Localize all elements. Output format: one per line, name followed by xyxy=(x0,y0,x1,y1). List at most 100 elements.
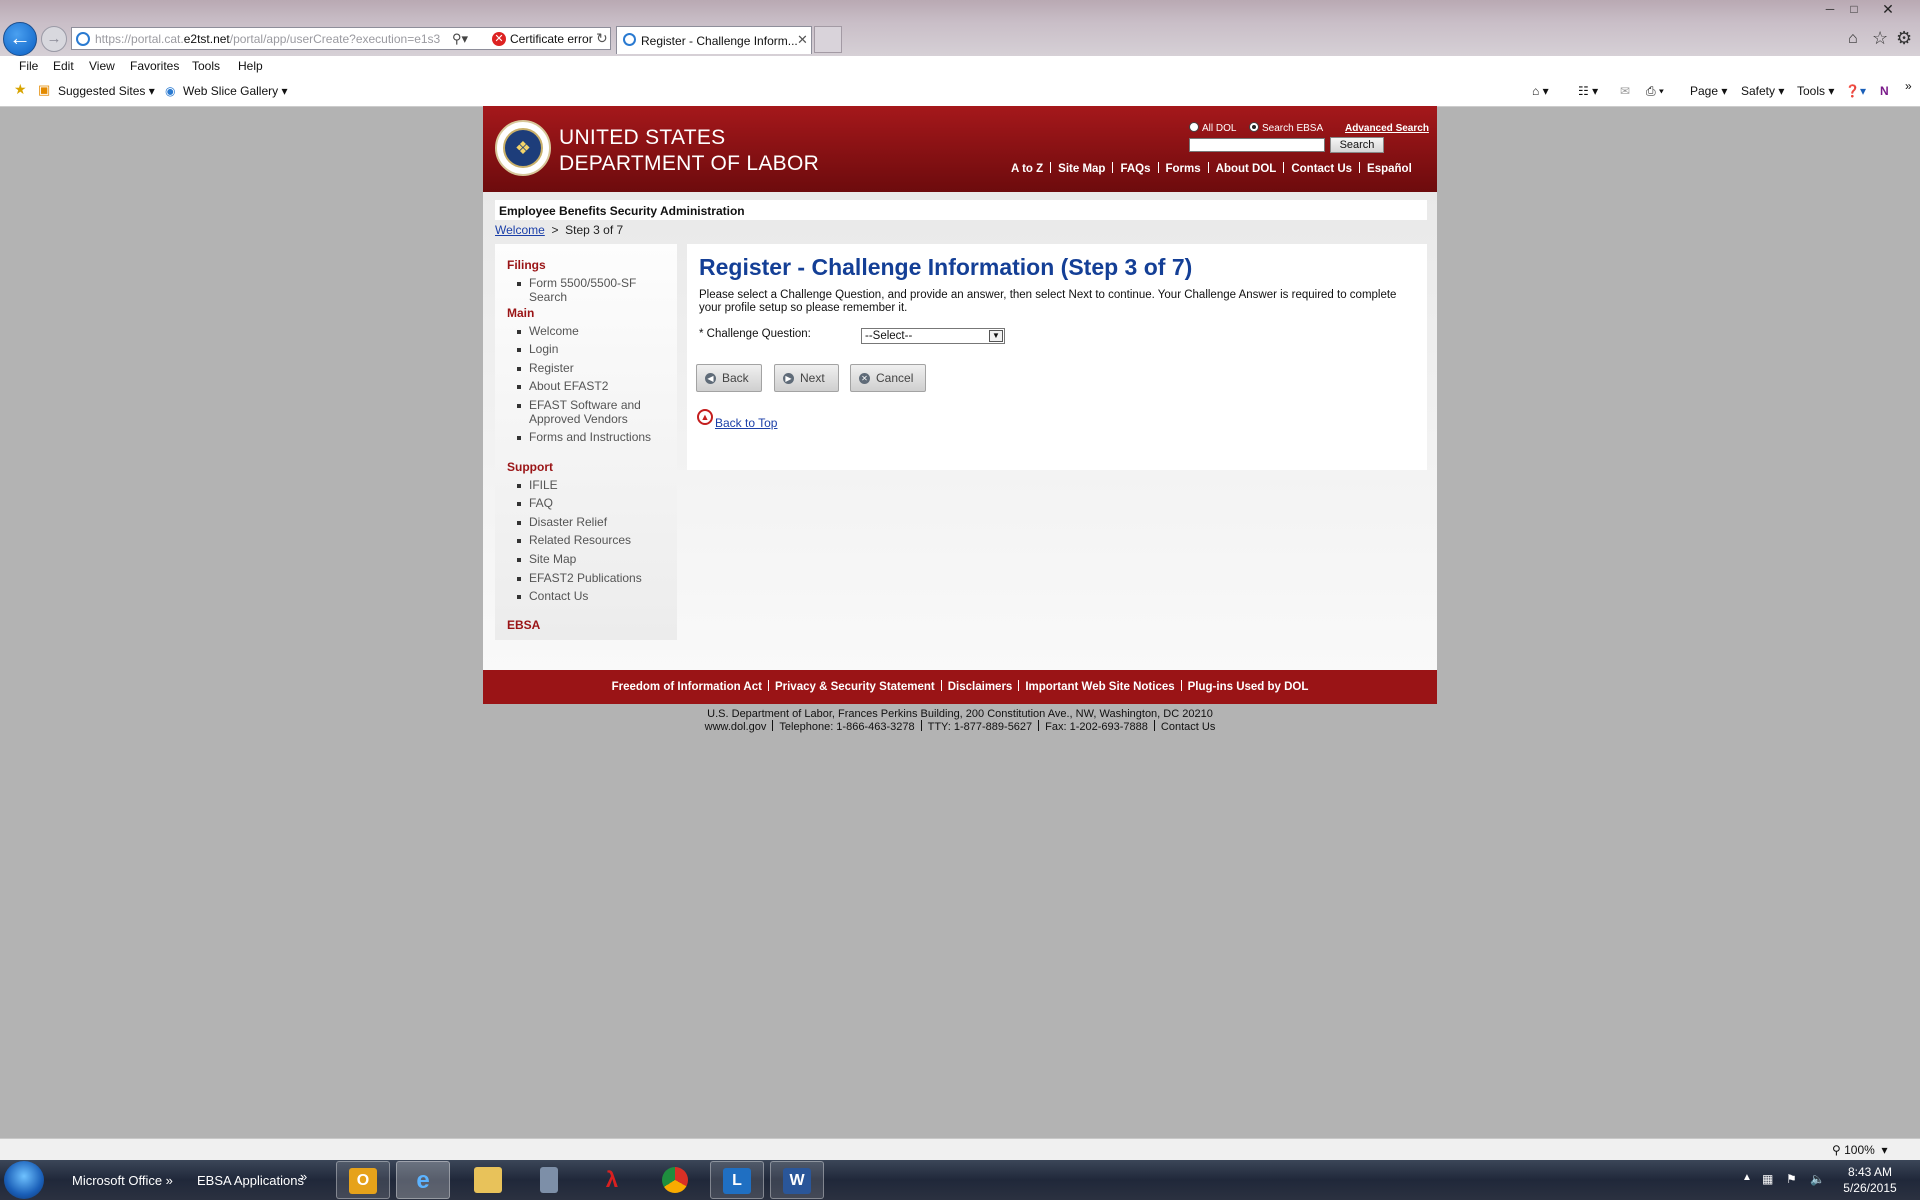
close-icon[interactable]: ✕ xyxy=(797,32,808,48)
address-url[interactable]: https://portal.cat.e2tst.net/portal/app/… xyxy=(95,32,440,46)
tray-network-icon[interactable]: ▦ xyxy=(1762,1172,1773,1186)
tray-flag-icon[interactable]: ⚑ xyxy=(1786,1172,1797,1186)
chevron-down-icon[interactable]: ▼ xyxy=(989,330,1003,342)
onenote-icon[interactable]: N xyxy=(1880,84,1889,98)
sidebar-heading-main[interactable]: Main xyxy=(507,306,534,320)
nav-a-to-z[interactable]: A to Z xyxy=(1011,163,1043,175)
footer-disclaimers-link[interactable]: Disclaimers xyxy=(948,681,1013,693)
print-icon[interactable]: ⎙ ▾ xyxy=(1646,84,1664,99)
sidebar-item-ifile[interactable]: IFILE xyxy=(529,478,558,492)
taskbar-acrobat[interactable]: λ xyxy=(586,1161,640,1199)
web-slice-gallery-link[interactable]: Web Slice Gallery ▾ xyxy=(183,84,288,98)
challenge-question-select[interactable]: --Select-- ▼ xyxy=(861,328,1005,344)
next-button[interactable]: ▶ Next xyxy=(774,364,839,392)
taskbar-file-explorer[interactable] xyxy=(462,1161,516,1199)
forward-arrow-icon[interactable]: → xyxy=(41,26,67,52)
page-menu[interactable]: Page ▾ xyxy=(1690,84,1727,98)
menu-tools[interactable]: Tools xyxy=(192,59,220,73)
sidebar-item-site-map[interactable]: Site Map xyxy=(529,552,576,566)
overflow-icon[interactable]: » xyxy=(1905,79,1912,93)
sidebar-heading-filings[interactable]: Filings xyxy=(507,258,546,272)
certificate-error-icon[interactable]: ✕ xyxy=(492,32,506,46)
sidebar-item-welcome[interactable]: Welcome xyxy=(529,324,579,338)
help-icon[interactable]: ❓▾ xyxy=(1845,84,1866,98)
sidebar-item-related-resources[interactable]: Related Resources xyxy=(529,533,631,547)
cancel-button[interactable]: ✕ Cancel xyxy=(850,364,926,392)
tray-overflow-icon[interactable]: ▲ xyxy=(1742,1172,1752,1183)
mail-icon[interactable]: ✉ xyxy=(1620,84,1630,98)
taskbar-calculator[interactable] xyxy=(522,1161,576,1199)
back-arrow-icon[interactable]: ← xyxy=(3,22,37,56)
nav-about-dol[interactable]: About DOL xyxy=(1216,163,1277,175)
sidebar-item-about-efast2[interactable]: About EFAST2 xyxy=(529,379,608,393)
new-tab-button[interactable] xyxy=(814,26,842,53)
toolbar-microsoft-office[interactable]: Microsoft Office » xyxy=(72,1173,173,1188)
nav-contact-us[interactable]: Contact Us xyxy=(1291,163,1352,175)
start-button[interactable] xyxy=(4,1161,44,1199)
favorites-star-icon[interactable]: ☆ xyxy=(1872,28,1888,49)
sidebar-item-contact-us[interactable]: Contact Us xyxy=(529,589,588,603)
menu-edit[interactable]: Edit xyxy=(53,59,74,73)
sidebar-item-efast2-publications[interactable]: EFAST2 Publications xyxy=(529,571,642,585)
taskbar-word[interactable]: W xyxy=(770,1161,824,1199)
overflow-icon[interactable]: » xyxy=(300,1169,307,1184)
footer-plugins-link[interactable]: Plug-ins Used by DOL xyxy=(1188,681,1309,693)
feeds-icon[interactable]: ☷ ▾ xyxy=(1578,84,1598,98)
maximize-button[interactable]: □ xyxy=(1842,2,1866,16)
sidebar-item-form-5500-search[interactable]: Form 5500/5500-SF Search xyxy=(529,276,659,304)
dol-seal-logo[interactable]: ❖ xyxy=(495,120,551,176)
favorites-star-icon[interactable]: ★ xyxy=(14,81,27,98)
advanced-search-link[interactable]: Advanced Search xyxy=(1345,123,1429,134)
menu-view[interactable]: View xyxy=(89,59,115,73)
breadcrumb-welcome-link[interactable]: Welcome xyxy=(495,223,545,237)
footer-notices-link[interactable]: Important Web Site Notices xyxy=(1025,681,1174,693)
search-input[interactable] xyxy=(1189,138,1325,152)
menu-file[interactable]: File xyxy=(19,59,38,73)
sidebar-heading-ebsa[interactable]: EBSA xyxy=(507,618,540,632)
taskbar-lync[interactable]: L xyxy=(710,1161,764,1199)
up-arrow-icon[interactable]: ▲ xyxy=(697,409,713,425)
footer-privacy-link[interactable]: Privacy & Security Statement xyxy=(775,681,935,693)
search-button[interactable]: Search xyxy=(1330,137,1384,153)
nav-forms[interactable]: Forms xyxy=(1166,163,1201,175)
radio-search-ebsa[interactable] xyxy=(1249,122,1259,132)
minimize-button[interactable]: ─ xyxy=(1818,2,1842,16)
sidebar-item-login[interactable]: Login xyxy=(529,342,558,356)
zoom-control[interactable]: ⚲ 100% ▾ xyxy=(1832,1143,1888,1157)
home-icon[interactable]: ⌂ ▾ xyxy=(1532,84,1549,98)
sidebar-item-disaster-relief[interactable]: Disaster Relief xyxy=(529,515,607,529)
menu-help[interactable]: Help xyxy=(238,59,263,73)
safety-menu[interactable]: Safety ▾ xyxy=(1741,84,1784,98)
volume-icon[interactable]: 🔈 xyxy=(1810,1172,1825,1186)
search-icon[interactable]: ⚲▾ xyxy=(452,31,468,47)
sidebar-item-efast-software[interactable]: EFAST Software and Approved Vendors xyxy=(529,398,649,426)
toolbar-ebsa-applications[interactable]: EBSA Applications xyxy=(197,1173,304,1188)
sidebar-item-register[interactable]: Register xyxy=(529,361,574,375)
nav-site-map[interactable]: Site Map xyxy=(1058,163,1105,175)
sidebar-item-faq[interactable]: FAQ xyxy=(529,496,553,510)
back-to-top-link[interactable]: Back to Top xyxy=(715,416,777,430)
suggested-sites-link[interactable]: Suggested Sites ▾ xyxy=(58,84,155,98)
footer-contact-us-link[interactable]: Contact Us xyxy=(1161,721,1215,733)
refresh-icon[interactable]: ↻ xyxy=(596,30,608,47)
menu-favorites[interactable]: Favorites xyxy=(130,59,179,73)
tools-menu[interactable]: Tools ▾ xyxy=(1797,84,1834,98)
footer-dol-gov-link[interactable]: www.dol.gov xyxy=(705,721,767,733)
taskbar-outlook[interactable]: O xyxy=(336,1161,390,1199)
radio-all-dol[interactable] xyxy=(1189,122,1199,132)
gear-icon[interactable]: ⚙ xyxy=(1896,28,1912,49)
footer-foia-link[interactable]: Freedom of Information Act xyxy=(612,681,762,693)
tab-register[interactable]: Register - Challenge Inform... ✕ xyxy=(616,26,812,54)
home-icon[interactable]: ⌂ xyxy=(1848,30,1858,48)
nav-faqs[interactable]: FAQs xyxy=(1120,163,1150,175)
back-button[interactable]: ◀ Back xyxy=(696,364,762,392)
sidebar-item-forms-instructions[interactable]: Forms and Instructions xyxy=(529,430,651,444)
taskbar-clock[interactable]: 8:43 AM 5/26/2015 xyxy=(1830,1164,1910,1196)
taskbar-internet-explorer[interactable]: e xyxy=(396,1161,450,1199)
certificate-error-label[interactable]: Certificate error xyxy=(510,32,593,46)
address-bar[interactable]: https://portal.cat.e2tst.net/portal/app/… xyxy=(71,27,611,50)
taskbar-chrome[interactable] xyxy=(648,1161,702,1199)
sidebar-heading-support[interactable]: Support xyxy=(507,460,553,474)
window-close-button[interactable]: ✕ xyxy=(1866,1,1910,18)
nav-espanol[interactable]: Español xyxy=(1367,163,1412,175)
